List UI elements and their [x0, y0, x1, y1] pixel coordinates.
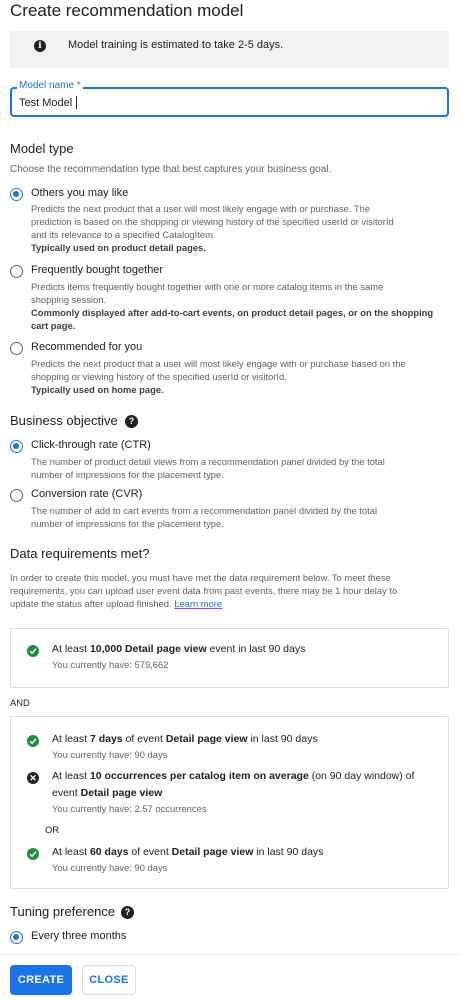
desc-line: Predicts items frequently bought togethe…: [31, 281, 384, 292]
requirement-current: You currently have: 90 days: [52, 862, 168, 873]
create-button[interactable]: CREATE: [10, 965, 72, 995]
option-label-ctr[interactable]: Click-through rate (CTR): [31, 439, 151, 451]
option-label-others-you-may-like[interactable]: Others you may like: [31, 187, 128, 199]
text-caret: [76, 96, 77, 109]
requirement-text: At least 10 occurrences per catalog item…: [52, 770, 414, 782]
option-desc-recommended-for-you: Predicts the next product that a user wi…: [31, 357, 451, 396]
business-objective-heading: Business objective: [10, 413, 118, 428]
radio-ctr[interactable]: [10, 440, 23, 453]
option-label-every-three-months[interactable]: Every three months: [31, 930, 126, 942]
desc-line: In order to create this model, you must …: [10, 572, 391, 583]
desc-line: requirements, you can upload user event …: [10, 585, 398, 596]
or-label: OR: [45, 824, 60, 835]
footer-divider: [0, 954, 461, 955]
info-icon: i: [34, 40, 46, 52]
req-text: At least: [52, 643, 90, 655]
model-name-label: Model name *: [17, 80, 83, 91]
req-bold: 10,000 Detail page view: [89, 643, 207, 655]
data-requirements-desc: In order to create this model, you must …: [10, 571, 450, 610]
req-bold: 7 days: [89, 733, 123, 745]
desc-emphasis: cart page.: [31, 320, 76, 331]
radio-every-three-months[interactable]: [10, 931, 23, 944]
dialog-title: Create recommendation model: [10, 1, 244, 20]
req-text: At least: [52, 770, 90, 782]
option-desc-ctr: The number of product detail views from …: [31, 455, 451, 481]
requirement-text: At least 7 days of event Detail page vie…: [52, 733, 318, 745]
help-icon[interactable]: ?: [121, 906, 134, 919]
req-text: in last 90 days: [253, 846, 324, 858]
radio-frequently-bought-together[interactable]: [10, 265, 23, 278]
option-desc-frequently-bought-together: Predicts items frequently bought togethe…: [31, 280, 451, 332]
check-circle-icon: [27, 848, 39, 860]
desc-line: number of impressions for the placement …: [31, 469, 224, 480]
learn-more-link[interactable]: Learn more: [174, 598, 222, 609]
radio-others-you-may-like[interactable]: [10, 188, 23, 201]
desc-line: Predicts the next product that a user wi…: [31, 358, 406, 369]
desc-line: and its relevance to a specified Catalog…: [31, 229, 216, 240]
req-text: At least: [52, 846, 90, 858]
desc-line: shopping or viewing history of the speci…: [31, 371, 287, 382]
requirement-text-line2: event Detail page view: [52, 787, 162, 799]
help-icon[interactable]: ?: [125, 415, 138, 428]
req-text: event in last 90 days: [206, 643, 306, 655]
requirement-box: At least 7 days of event Detail page vie…: [10, 716, 449, 889]
desc-emphasis: Typically used on home page.: [31, 384, 164, 395]
requirement-text: At least 10,000 Detail page view event i…: [52, 643, 305, 655]
requirement-current: You currently have: 2.57 occurrences: [52, 803, 207, 814]
req-text: (on 90 day window) of: [308, 770, 415, 782]
desc-emphasis: Commonly displayed after add-to-cart eve…: [31, 307, 434, 318]
option-desc-others-you-may-like: Predicts the next product that a user wi…: [31, 202, 451, 254]
option-desc-cvr: The number of add to cart events from a …: [31, 504, 451, 530]
option-label-recommended-for-you[interactable]: Recommended for you: [31, 341, 142, 353]
radio-recommended-for-you[interactable]: [10, 342, 23, 355]
model-name-field[interactable]: Model name *: [10, 80, 449, 117]
req-text: in last 90 days: [247, 733, 318, 745]
option-label-cvr[interactable]: Conversion rate (CVR): [31, 488, 142, 500]
tuning-preference-heading: Tuning preference: [10, 904, 116, 919]
requirement-current: You currently have: 90 days: [52, 749, 168, 760]
desc-text: update the status after upload finished.: [10, 598, 172, 609]
desc-line: The number of product detail views from …: [31, 456, 385, 467]
requirement-text: At least 60 days of event Detail page vi…: [52, 846, 323, 858]
desc-line-with-link: update the status after upload finished.…: [10, 597, 450, 610]
desc-line: number of impressions for the placement …: [31, 518, 224, 529]
desc-line: The number of add to cart events from a …: [31, 505, 378, 516]
req-bold: 10 occurrences per catalog item on avera…: [89, 770, 309, 782]
requirement-current: You currently have: 579,662: [52, 659, 169, 670]
desc-line: shopping session.: [31, 294, 107, 305]
info-banner-text: Model training is estimated to take 2-5 …: [68, 39, 284, 51]
x-circle-icon: ✕: [27, 772, 39, 784]
req-text: of event: [122, 733, 166, 745]
requirement-box: At least 10,000 Detail page view event i…: [10, 628, 449, 688]
desc-emphasis: Typically used on product detail pages.: [31, 242, 206, 253]
req-bold: Detail page view: [171, 846, 254, 858]
check-circle-icon: [27, 645, 39, 657]
model-type-heading: Model type: [10, 141, 74, 156]
req-text: At least: [52, 733, 90, 745]
option-label-frequently-bought-together[interactable]: Frequently bought together: [31, 264, 163, 276]
radio-cvr[interactable]: [10, 489, 23, 502]
req-bold: 60 days: [89, 846, 129, 858]
req-text: of event: [128, 846, 172, 858]
info-banner: i Model training is estimated to take 2-…: [10, 31, 449, 68]
req-text: event: [52, 787, 81, 799]
check-circle-icon: [27, 735, 39, 747]
req-bold: Detail page view: [80, 787, 163, 799]
model-name-input[interactable]: [19, 94, 439, 111]
data-requirements-heading: Data requirements met?: [10, 546, 150, 561]
model-type-subtitle: Choose the recommendation type that best…: [10, 164, 332, 175]
desc-line: prediction is based on the shopping or v…: [31, 216, 394, 227]
desc-line: Predicts the next product that a user wi…: [31, 203, 371, 214]
req-bold: Detail page view: [165, 733, 248, 745]
close-button[interactable]: CLOSE: [82, 965, 136, 995]
and-label: AND: [10, 697, 30, 708]
